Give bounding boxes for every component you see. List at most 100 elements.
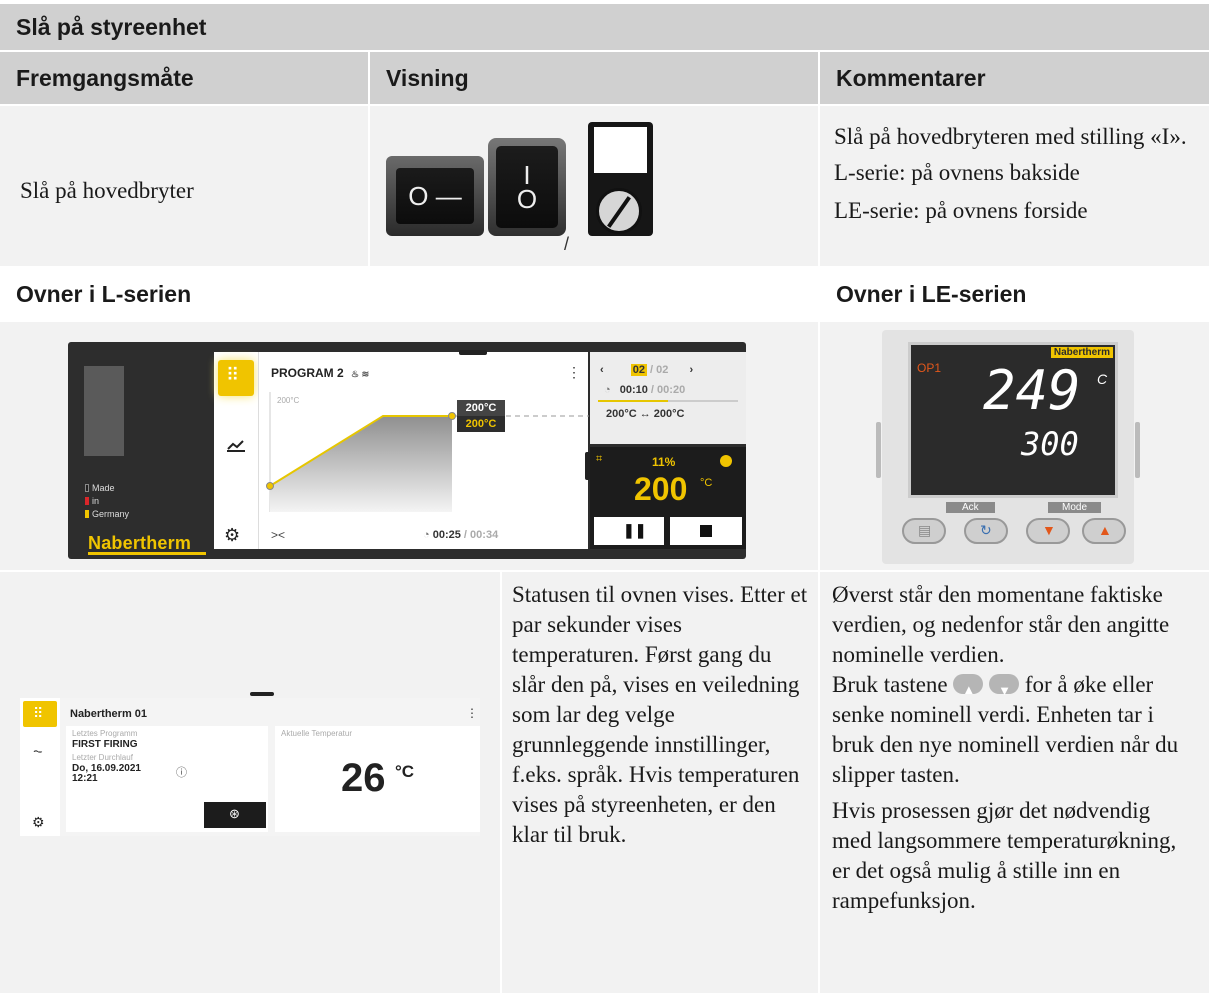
section-title-text: Slå på styreenhet (16, 13, 207, 40)
pause-button[interactable]: ❚❚ (594, 517, 664, 545)
heating-grid-icon: ⌗ (596, 453, 603, 465)
le-instructions-cell: Øverst står den momentane faktiske verdi… (820, 572, 1209, 993)
page-icon: ▤ (918, 522, 932, 538)
le-right-tab (1135, 422, 1140, 478)
info-icon[interactable]: ⓘ (176, 764, 187, 780)
segment-time-total: 00:20 (657, 384, 686, 396)
status-led-block (84, 366, 124, 456)
column-header-display: Visning (370, 52, 818, 104)
mini-menu-icon[interactable]: ⋮ (466, 706, 478, 720)
current-temp-label: Aktuelle Temperatur (281, 729, 352, 738)
mini-apps-button[interactable]: ⠿ (23, 701, 57, 727)
column-header-procedure-label: Fremgangsmåte (16, 64, 194, 91)
sidebar-apps-button[interactable]: ⠿ (218, 360, 254, 396)
le-up-button[interactable]: ▲ (1082, 518, 1126, 544)
current-temp-reading-unit: °C (395, 762, 415, 781)
temperature-curve (266, 392, 589, 512)
logo-underline (88, 552, 206, 555)
le-left-tab (876, 422, 881, 478)
le-mode-label: Mode (1048, 502, 1102, 513)
current-temp-card: Aktuelle Temperatur 26 °C (275, 726, 480, 832)
collapse-icon[interactable]: >< (271, 528, 285, 542)
comments-cell: Slå på hovedbryteren med stilling «I». L… (820, 106, 1209, 266)
set-temp-1: 200°C (457, 400, 505, 416)
le-instruction-3: Hvis prosessen gjør det nødvendig med la… (832, 798, 1177, 913)
status-text: Statusen til ovnen vises. Etter et par s… (512, 582, 808, 847)
made-in-germany-legend: Made in Germany (85, 482, 129, 521)
last-program-label: Letztes Programm (72, 729, 138, 738)
le-ack-button[interactable]: ↻ (964, 518, 1008, 544)
stop-button[interactable] (670, 517, 742, 545)
sidebar-settings-button[interactable]: ⚙ (224, 525, 240, 546)
segment-progress (598, 400, 738, 402)
l-series-image-cell: Made in Germany Nabertherm ⠿ ⚙ PROGRAM 2… (0, 322, 818, 570)
l-sidebar: ⠿ ⚙ (214, 352, 258, 549)
segment-prev-icon[interactable]: ‹ (600, 364, 604, 376)
section-title: Slå på styreenhet (0, 4, 1209, 50)
total-time: 00:34 (470, 529, 499, 541)
rotary-switch (588, 122, 653, 236)
nabertherm-logo: Nabertherm (88, 533, 192, 553)
power-level-icon (720, 455, 732, 467)
mini-grid-icon: ⠿ (33, 705, 44, 721)
down-arrow-icon: ▼ (1042, 522, 1056, 538)
le-unit: C (1097, 371, 1108, 387)
column-header-display-label: Visning (386, 64, 469, 91)
l-series-controller: Made in Germany Nabertherm ⠿ ⚙ PROGRAM 2… (68, 342, 746, 559)
mini-gear-icon[interactable]: ⚙ (32, 814, 45, 831)
column-header-procedure: Fremgangsmåte (0, 52, 368, 104)
rocker-switch-vertical: I O (488, 138, 566, 236)
subheader-l-series-label: Ovner i L-serien (16, 280, 192, 307)
last-run-label: Letzter Durchlauf (72, 753, 133, 762)
le-page-button[interactable]: ▤ (902, 518, 946, 544)
le-display: Nabertherm OP1 249 C 300 (908, 342, 1118, 498)
segment-time-value: 00:10 (619, 384, 648, 396)
le-down-button[interactable]: ▼ (1026, 518, 1070, 544)
segment-navigator: ‹ 02 / 02 › (600, 364, 694, 376)
pause-icon: ❚❚ (623, 522, 647, 538)
status-text-cell: Statusen til ovnen vises. Etter et par s… (502, 572, 818, 993)
l-program-view: PROGRAM 2 ♨ ≋ ⋮ 200°C 200°C 200°C >< ◔ 0… (258, 350, 590, 549)
program-time: ◔ 00:25 / 00:34 (423, 529, 499, 541)
up-arrow-icon: ▲ (1098, 522, 1112, 538)
le-setpoint-value: 300 (1021, 425, 1079, 463)
legend-made: Made (92, 483, 115, 493)
current-temp-unit: °C (700, 477, 713, 489)
le-instruction-1: Øverst står den momentane faktiske verdi… (832, 582, 1170, 667)
legend-germany: Germany (92, 509, 130, 519)
segment-range: 200°C ↔ 200°C (606, 408, 685, 420)
inline-down-key-icon: ▼ (989, 674, 1020, 698)
start-icon: ⊛ (229, 806, 240, 821)
comment-line-1: Slå på hovedbryteren med stilling «I». (834, 124, 1187, 149)
switch-off-symbol: O (516, 184, 538, 214)
procedure-text: Slå på hovedbryter (20, 178, 194, 203)
comment-line-3: LE-serie: på ovnens forside (834, 198, 1088, 223)
sidebar-chart-button[interactable] (226, 438, 246, 452)
subheader-le-series-label: Ovner i LE-serien (836, 280, 1027, 307)
current-temp-panel: ⌗ 11% 200 °C ❚❚ (590, 447, 746, 549)
l-status-panel: ‹ 02 / 02 › ◔ 00:10 / 00:20 200°C ↔ 200°… (590, 352, 746, 549)
column-header-comments-label: Kommentarer (836, 64, 986, 91)
le-actual-value: 249 (983, 359, 1081, 422)
rotary-switch-window (594, 127, 647, 173)
segment-current: 02 (630, 364, 647, 376)
start-program-button[interactable]: ⊛ (204, 802, 266, 828)
refresh-icon: ↻ (980, 522, 992, 538)
mini-sidebar: ⠿ ⏦ ⚙ (20, 698, 60, 836)
start-screen: ⠿ ⏦ ⚙ Nabertherm 01 ⋮ Letztes Programm F… (20, 692, 480, 836)
set-temp-box: 200°C 200°C (457, 400, 505, 432)
clock-icon: ◔ (423, 529, 430, 541)
last-run-time: 12:21 (72, 773, 98, 784)
segment-info: ‹ 02 / 02 › ◔ 00:10 / 00:20 200°C ↔ 200°… (590, 352, 746, 444)
le-series-controller: Nabertherm OP1 249 C 300 Ack Mode ▤ ↻ ▼ … (876, 330, 1140, 564)
inline-up-key-icon: ▲ (953, 674, 984, 697)
le-ack-label: Ack (946, 502, 995, 513)
mini-top-handle[interactable] (250, 692, 274, 696)
grid-icon: ⠿ (226, 365, 240, 385)
legend-in: in (92, 496, 100, 506)
column-header-comments: Kommentarer (820, 52, 1209, 104)
segment-next-icon[interactable]: › (689, 364, 693, 376)
chart-icon (227, 440, 245, 452)
rocker-switch-horizontal: O — (386, 156, 484, 236)
mini-chart-icon[interactable]: ⏦ (33, 744, 43, 759)
